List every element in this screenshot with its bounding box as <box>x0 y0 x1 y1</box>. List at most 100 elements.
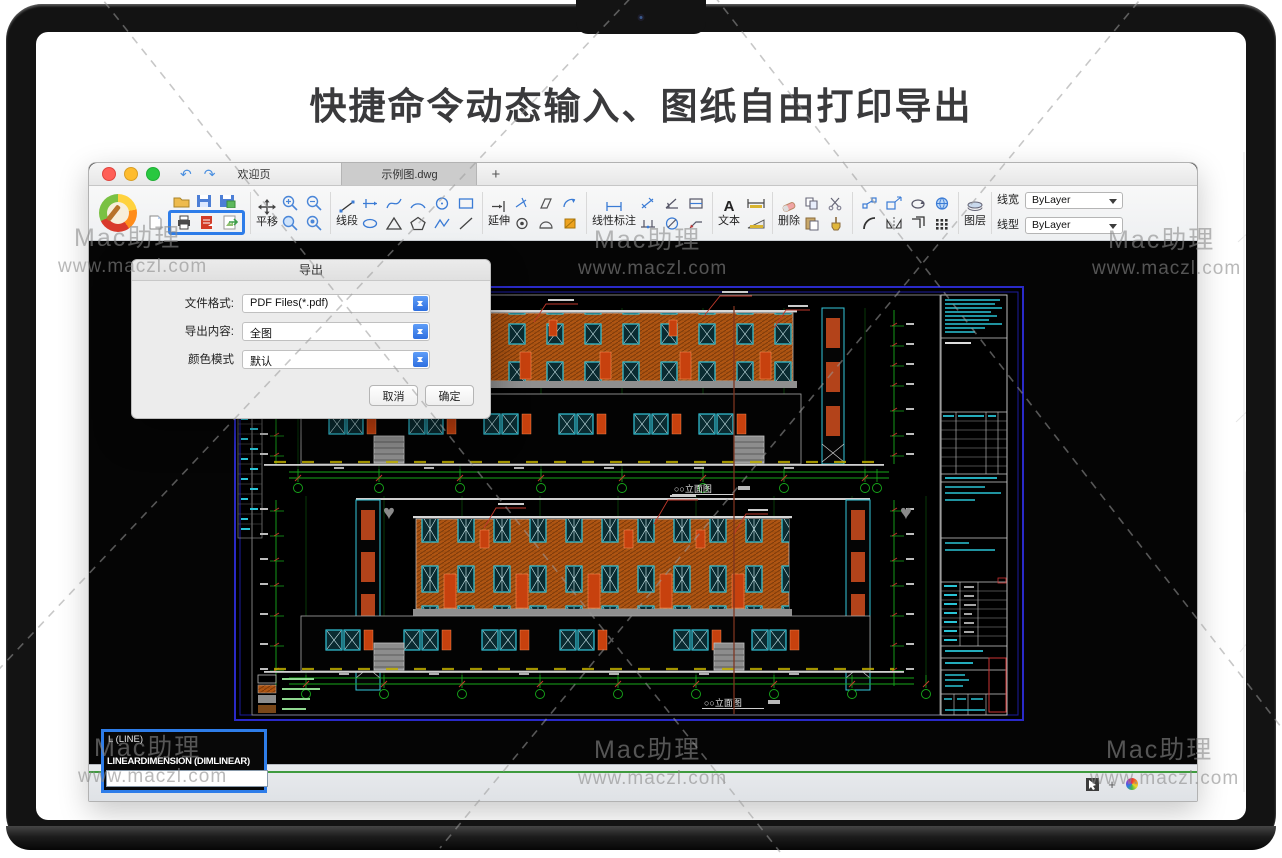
segment-tool[interactable] <box>454 214 477 233</box>
donut-tool[interactable] <box>510 214 533 233</box>
revcloud-icon <box>537 216 555 231</box>
pan-tool[interactable]: 平移 <box>256 199 278 228</box>
close-button[interactable] <box>102 167 116 181</box>
crosshair-icon[interactable]: + <box>1105 777 1119 791</box>
linear-dimension-tool[interactable]: 线性标注 <box>592 199 636 227</box>
separator <box>586 192 587 234</box>
file-format-select[interactable]: PDF Files(*.pdf) <box>242 294 430 313</box>
extend-tool[interactable]: 延伸 <box>488 199 510 227</box>
array-tool[interactable] <box>930 214 953 233</box>
export-dialog-title[interactable]: 导出 <box>132 260 490 281</box>
file-group <box>143 191 245 235</box>
save-button[interactable] <box>192 191 215 210</box>
printer-icon <box>175 215 193 230</box>
redo-button[interactable]: ↷ <box>204 167 216 181</box>
text-tool-icon: A <box>724 200 735 214</box>
text-tool[interactable]: A 文本 <box>718 200 740 227</box>
export-content-select[interactable]: 全图 <box>242 322 430 341</box>
layer-button[interactable]: 图层 <box>964 199 986 227</box>
join-tool[interactable] <box>558 194 581 213</box>
separator <box>852 192 853 234</box>
mirror-tool[interactable] <box>882 214 905 233</box>
move-tool[interactable] <box>858 194 881 213</box>
aligned-dim-tool[interactable] <box>636 194 659 213</box>
delete-tool[interactable]: 删除 <box>778 199 800 227</box>
fillet-tool[interactable] <box>858 214 881 233</box>
spline-icon <box>385 196 403 211</box>
spline-tool[interactable] <box>382 194 405 213</box>
color-wheel-icon[interactable] <box>1125 777 1139 791</box>
trim-tool[interactable] <box>510 194 533 213</box>
copy-tool[interactable] <box>800 194 823 213</box>
export-image-button[interactable] <box>218 213 241 232</box>
hatch-tool[interactable] <box>558 214 581 233</box>
rotate-tool[interactable] <box>906 194 929 213</box>
circle-tool[interactable] <box>430 194 453 213</box>
print-button[interactable] <box>172 213 195 232</box>
command-highlighted[interactable]: LINEARDIMENSION (DIMLINEAR) <box>104 745 264 767</box>
zoom-button[interactable] <box>146 167 160 181</box>
mleader-style-icon <box>746 216 766 231</box>
ok-button[interactable]: 确定 <box>425 385 474 406</box>
cancel-button[interactable]: 取消 <box>369 385 418 406</box>
format-painter-tool[interactable] <box>824 214 847 233</box>
arc-tool[interactable] <box>406 194 429 213</box>
donut-icon <box>513 216 531 231</box>
undo-button[interactable]: ↶ <box>180 167 192 181</box>
color-mode-select[interactable]: 默认 <box>242 350 430 369</box>
pointer-mode-icon[interactable] <box>1085 777 1099 791</box>
linetype-label: 线型 <box>997 220 1019 231</box>
paste-tool[interactable] <box>800 214 823 233</box>
line-tool[interactable]: 线段 <box>336 199 358 227</box>
new-file-icon <box>146 215 164 230</box>
window-titlebar[interactable]: ↶ ↷ 欢迎页 示例图.dwg + <box>89 163 1197 186</box>
join-icon <box>561 196 579 211</box>
revcloud-tool[interactable] <box>534 214 557 233</box>
ellipse-tool[interactable] <box>358 214 381 233</box>
zoom-extents-button[interactable] <box>302 214 325 233</box>
command-input[interactable] <box>106 770 268 787</box>
linetype-value: ByLayer <box>1032 219 1071 231</box>
continue-dim-tool[interactable] <box>636 214 659 233</box>
diameter-dim-tool[interactable] <box>660 214 683 233</box>
cut-tool[interactable] <box>824 194 847 213</box>
xline-tool[interactable] <box>358 194 381 213</box>
scale-tool[interactable] <box>882 194 905 213</box>
dim-style-button[interactable] <box>744 194 767 213</box>
baseline-dim-tool[interactable] <box>684 194 707 213</box>
tab-drawing[interactable]: 示例图.dwg <box>341 163 477 185</box>
angular-dim-tool[interactable] <box>660 194 683 213</box>
diameter-dim-icon <box>663 216 681 231</box>
zoom-out-button[interactable] <box>302 194 325 213</box>
open-file-button[interactable] <box>169 191 192 210</box>
polygon-tool[interactable] <box>406 214 429 233</box>
minimize-button[interactable] <box>124 167 138 181</box>
toolbar: 平移 线段 <box>89 186 1197 241</box>
new-tab-button[interactable]: + <box>491 163 500 185</box>
lineweight-select[interactable]: ByLayer <box>1025 192 1123 209</box>
stepper-icon <box>413 324 428 339</box>
zoom-in-button[interactable] <box>278 194 301 213</box>
tab-welcome[interactable]: 欢迎页 <box>227 163 341 185</box>
rectangle-tool[interactable] <box>454 194 477 213</box>
orbit-tool[interactable] <box>930 194 953 213</box>
pentagon-icon <box>409 216 427 231</box>
mleader-style-button[interactable] <box>744 214 767 233</box>
save-as-button[interactable] <box>215 191 238 210</box>
export-pdf-button[interactable] <box>195 213 218 232</box>
orbit-icon <box>933 196 951 211</box>
offset-tool[interactable] <box>906 214 929 233</box>
aligned-dim-icon <box>639 196 657 211</box>
laptop-screen: 快捷命令动态输入、图纸自由打印导出 8-3 23/64 <box>36 32 1246 820</box>
slash-icon <box>457 216 475 231</box>
break-tool[interactable] <box>534 194 557 213</box>
trim-icon <box>513 196 531 211</box>
linetype-select[interactable]: ByLayer <box>1025 217 1123 234</box>
zoom-window-button[interactable] <box>278 214 301 233</box>
polyline-tool[interactable] <box>430 214 453 233</box>
extend-icon <box>490 199 508 214</box>
leader-tool[interactable] <box>684 214 707 233</box>
command-suggestion[interactable]: L (LINE) <box>104 732 264 745</box>
new-file-button[interactable] <box>143 213 166 232</box>
polygon-triangle-tool[interactable] <box>382 214 405 233</box>
